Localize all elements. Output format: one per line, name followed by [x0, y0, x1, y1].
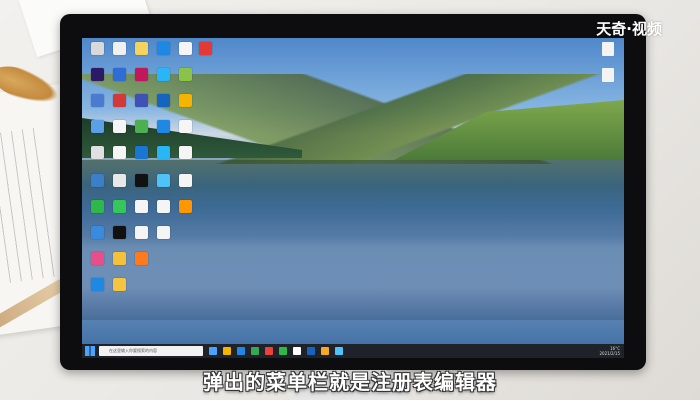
- desktop-icon[interactable]: [174, 200, 196, 213]
- desktop-icon[interactable]: [108, 252, 130, 265]
- desktop-icon[interactable]: [152, 200, 174, 213]
- desktop-icon[interactable]: [108, 174, 130, 187]
- desktop-icon[interactable]: [174, 120, 196, 133]
- desktop-icon[interactable]: [108, 146, 130, 159]
- file-explorer-icon[interactable]: [223, 347, 231, 355]
- desktop-file-icon[interactable]: [602, 68, 614, 82]
- desktop-icon[interactable]: [108, 278, 130, 291]
- wechat-icon[interactable]: [279, 347, 287, 355]
- desktop-icon[interactable]: [174, 42, 196, 55]
- desktop-icon[interactable]: [108, 200, 130, 213]
- clock-date[interactable]: 2021/2/15: [599, 351, 620, 356]
- desktop-icon[interactable]: [130, 120, 152, 133]
- app-icon[interactable]: [335, 347, 343, 355]
- video-caption: 弹出的菜单栏就是注册表编辑器: [203, 370, 497, 394]
- desktop-icon[interactable]: [174, 94, 196, 107]
- desktop-icon[interactable]: [130, 68, 152, 81]
- app-icon[interactable]: [265, 347, 273, 355]
- desktop-screen: 在这里输入你要搜索的内容 16°C 2021/2/15: [82, 38, 624, 358]
- desktop-icon[interactable]: [86, 94, 108, 107]
- desktop-icon[interactable]: [86, 42, 108, 55]
- chrome-icon[interactable]: [251, 347, 259, 355]
- word-icon[interactable]: [307, 347, 315, 355]
- desktop-icon[interactable]: [130, 200, 152, 213]
- desktop-icon[interactable]: [108, 226, 130, 239]
- desktop-icon[interactable]: [86, 278, 108, 291]
- desktop-icon[interactable]: [152, 42, 174, 55]
- desktop-icon[interactable]: [152, 174, 174, 187]
- desktop-icon[interactable]: [152, 94, 174, 107]
- desktop-icon[interactable]: [152, 146, 174, 159]
- desktop-icon[interactable]: [86, 200, 108, 213]
- desktop-icon[interactable]: [130, 42, 152, 55]
- windows-start-icon[interactable]: [85, 346, 95, 356]
- desktop-icon[interactable]: [130, 226, 152, 239]
- desktop-icon-grid: [84, 40, 212, 320]
- app-icon[interactable]: [321, 347, 329, 355]
- desktop-icon[interactable]: [130, 94, 152, 107]
- desktop-icon[interactable]: [174, 146, 196, 159]
- taskbar: 在这里输入你要搜索的内容 16°C 2021/2/15: [82, 344, 624, 358]
- desktop-icon[interactable]: [108, 120, 130, 133]
- desktop-icon[interactable]: [86, 120, 108, 133]
- desktop-icon[interactable]: [86, 146, 108, 159]
- desktop-icon[interactable]: [86, 68, 108, 81]
- desktop-icon[interactable]: [130, 252, 152, 265]
- desktop-icon[interactable]: [86, 174, 108, 187]
- system-tray: 16°C 2021/2/15: [599, 346, 620, 356]
- app-icon[interactable]: [293, 347, 301, 355]
- desktop-icon[interactable]: [174, 68, 196, 81]
- desktop-icon[interactable]: [108, 94, 130, 107]
- desktop-file-icon[interactable]: [602, 42, 614, 56]
- task-view-icon[interactable]: [209, 347, 217, 355]
- desktop-icon[interactable]: [194, 42, 216, 55]
- watermark-logo: 天奇·视频: [596, 20, 662, 38]
- desktop-icon[interactable]: [152, 120, 174, 133]
- monitor: 在这里输入你要搜索的内容 16°C 2021/2/15: [60, 14, 646, 370]
- desktop-icon[interactable]: [86, 226, 108, 239]
- desktop-icon[interactable]: [152, 226, 174, 239]
- desktop-icon[interactable]: [130, 146, 152, 159]
- desktop-icon[interactable]: [86, 252, 108, 265]
- desktop-icon[interactable]: [174, 174, 196, 187]
- edge-icon[interactable]: [237, 347, 245, 355]
- desktop-icon[interactable]: [152, 68, 174, 81]
- taskbar-search-input[interactable]: 在这里输入你要搜索的内容: [99, 346, 203, 356]
- desktop-icon[interactable]: [130, 174, 152, 187]
- desktop-icon[interactable]: [108, 42, 130, 55]
- desktop-icon[interactable]: [108, 68, 130, 81]
